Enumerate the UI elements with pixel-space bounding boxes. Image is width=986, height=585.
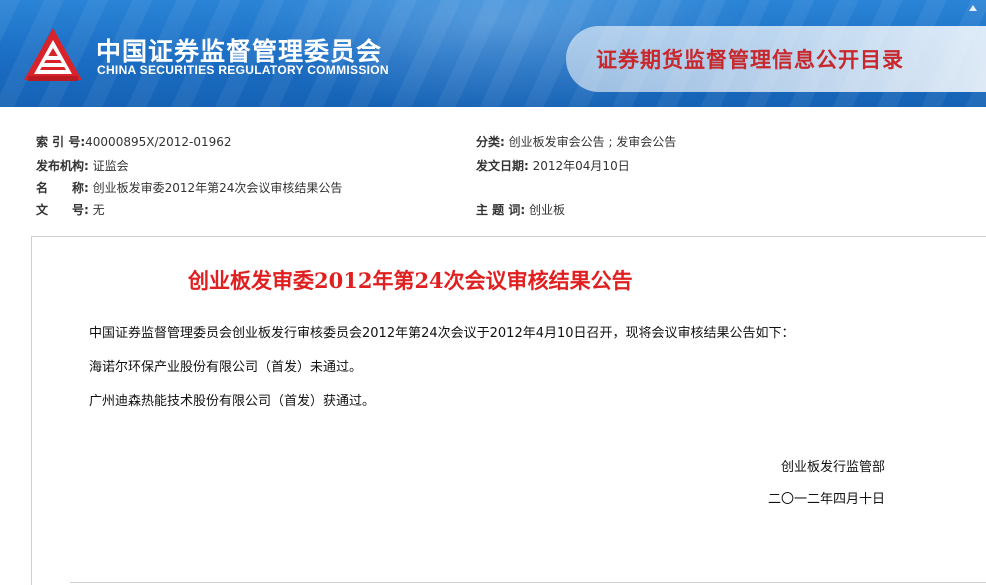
meta-docno-value: 无 <box>88 203 105 217</box>
signature-department: 创业板发行监管部 <box>781 460 886 475</box>
meta-issuer: 发布机构: 证监会 <box>36 157 129 174</box>
meta-name-value: 创业板发审委2012年第24次会议审核结果公告 <box>88 181 343 195</box>
meta-index: 索 引 号:40000895X/2012-01962 <box>36 133 232 150</box>
meta-name-label: 名 称: <box>36 181 89 195</box>
meta-date: 发文日期: 2012年04月10日 <box>476 157 630 174</box>
signature-date: 二〇一二年四月十日 <box>768 492 886 507</box>
document-title: 创业板发审委2012年第24次会议审核结果公告 <box>188 268 633 293</box>
meta-category-label: 分类: <box>476 135 505 149</box>
meta-category-value: 创业板发审会公告 ; 发审会公告 <box>504 135 677 149</box>
document-paragraph: 中国证券监督管理委员会创业板发行审核委员会2012年第24次会议于2012年4月… <box>89 326 795 341</box>
site-header: 中国证券监督管理委员会 CHINA SECURITIES REGULATORY … <box>0 0 986 107</box>
document-paragraph: 广州迪森热能技术股份有限公司（首发）获通过。 <box>89 394 376 409</box>
site-title-en: CHINA SECURITIES REGULATORY COMMISSION <box>97 63 389 77</box>
meta-index-label: 索 引 号: <box>36 135 86 149</box>
meta-docno: 文 号: 无 <box>36 201 105 218</box>
meta-index-value: 40000895X/2012-01962 <box>85 135 232 149</box>
meta-keyword-value: 创业板 <box>525 203 565 217</box>
scroll-up-icon[interactable] <box>968 4 978 12</box>
meta-date-value: 2012年04月10日 <box>528 159 630 173</box>
section-title: 证券期货监督管理信息公开目录 <box>596 48 904 72</box>
meta-date-label: 发文日期: <box>476 159 529 173</box>
meta-keyword: 主 题 词: 创业板 <box>476 201 565 218</box>
meta-name: 名 称: 创业板发审委2012年第24次会议审核结果公告 <box>36 179 342 196</box>
meta-issuer-label: 发布机构: <box>36 159 89 173</box>
meta-keyword-label: 主 题 词: <box>476 203 526 217</box>
meta-issuer-value: 证监会 <box>88 159 129 173</box>
csrc-logo-icon <box>24 28 82 81</box>
meta-category: 分类: 创业板发审会公告 ; 发审会公告 <box>476 133 676 150</box>
document-paragraph: 海诺尔环保产业股份有限公司（首发）未通过。 <box>89 360 363 375</box>
meta-docno-label: 文 号: <box>36 203 89 217</box>
divider <box>70 582 986 583</box>
